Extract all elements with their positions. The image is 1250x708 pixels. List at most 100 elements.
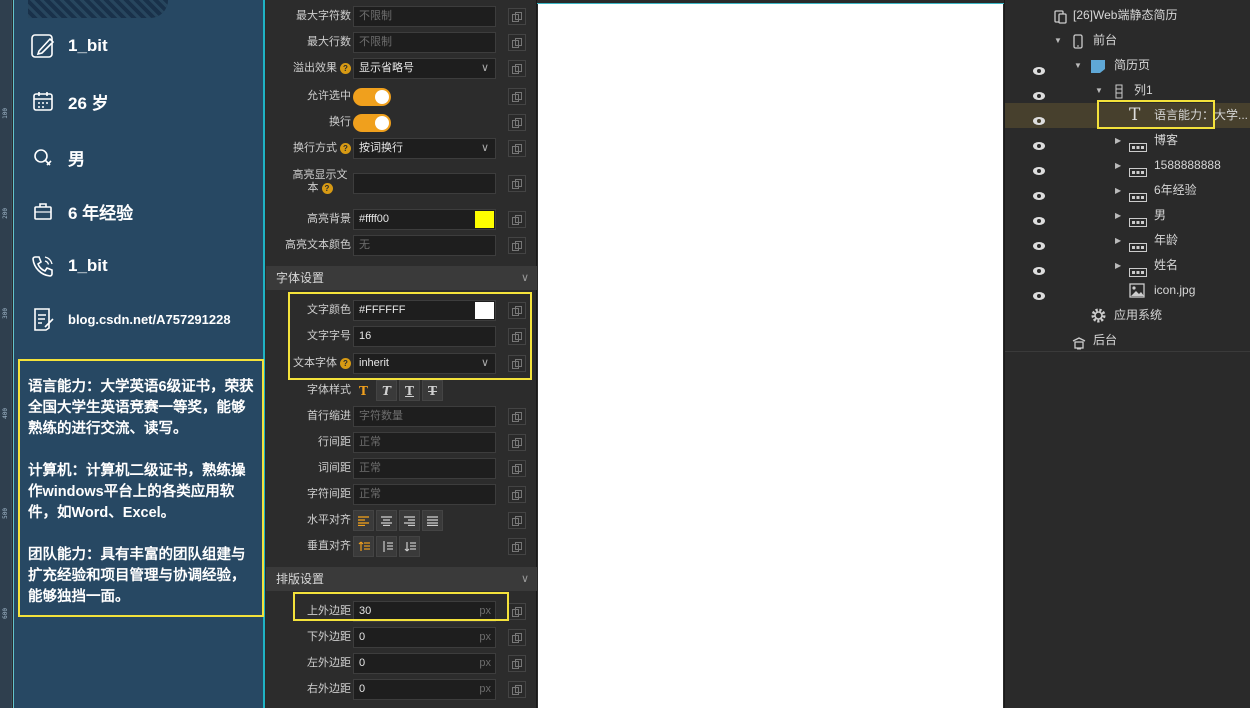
caret-right-icon[interactable]: ▶ xyxy=(1115,253,1121,278)
highlight-text-label-text: 高亮显示文本 xyxy=(292,169,348,194)
max-chars-input[interactable]: 不限制 xyxy=(353,6,496,27)
blog-row[interactable]: blog.csdn.net/A757291228 xyxy=(30,303,231,335)
link-icon[interactable] xyxy=(508,538,526,555)
link-icon[interactable] xyxy=(508,486,526,503)
design-canvas[interactable] xyxy=(537,0,1004,708)
caret-down-icon[interactable]: ▼ xyxy=(1054,28,1062,53)
link-icon[interactable] xyxy=(508,34,526,51)
link-icon[interactable] xyxy=(508,629,526,646)
link-icon[interactable] xyxy=(508,408,526,425)
highlight-bg-row: 高亮背景 #ffff00 xyxy=(266,206,537,232)
link-icon[interactable] xyxy=(508,140,526,157)
tree-item[interactable]: ▶ 年龄 xyxy=(1005,228,1250,253)
gender-row[interactable]: 男 xyxy=(30,141,85,173)
chevron-down-icon: ∨ xyxy=(520,272,529,284)
help-icon[interactable]: ? xyxy=(321,182,333,194)
line-height-input[interactable]: 正常 xyxy=(353,432,496,453)
letter-spacing-input[interactable]: 正常 xyxy=(353,484,496,505)
tree-page[interactable]: ▼ 简历页 xyxy=(1005,53,1250,78)
name-text: 1_bit xyxy=(68,36,108,55)
caret-right-icon[interactable]: ▶ xyxy=(1115,178,1121,203)
wrap-mode-label: 换行方式? xyxy=(293,135,351,161)
tree-frontend[interactable]: ▼ 前台 xyxy=(1005,28,1250,53)
name-row[interactable]: 1_bit xyxy=(30,30,108,62)
layout-settings-section[interactable]: 排版设置 ∨ xyxy=(266,567,537,591)
highlight-bg-input[interactable]: #ffff00 xyxy=(353,209,496,230)
tree-item[interactable]: ▶ 6年经验 xyxy=(1005,178,1250,203)
highlight-bg-value: #ffff00 xyxy=(359,213,389,225)
caret-right-icon[interactable]: ▶ xyxy=(1115,128,1121,153)
overflow-label: 溢出效果? xyxy=(293,55,351,81)
bold-icon[interactable]: T xyxy=(353,380,374,401)
allow-select-toggle[interactable] xyxy=(353,88,391,106)
link-icon[interactable] xyxy=(508,681,526,698)
strikethrough-icon[interactable]: T xyxy=(422,380,443,401)
highlight-color-label: 高亮文本颜色 xyxy=(285,239,351,251)
caret-down-icon[interactable]: ▼ xyxy=(1074,53,1082,78)
max-lines-input[interactable]: 不限制 xyxy=(353,32,496,53)
word-spacing-row: 词间距 正常 xyxy=(266,455,537,481)
age-row[interactable]: 26 岁 xyxy=(30,85,109,117)
link-icon[interactable] xyxy=(508,460,526,477)
tree-selected-text[interactable]: T 语言能力：大学... xyxy=(1005,100,1250,129)
overflow-select[interactable]: 显示省略号 ∨ xyxy=(353,58,496,79)
color-swatch[interactable] xyxy=(475,211,494,228)
align-center-icon[interactable] xyxy=(376,510,397,531)
help-icon[interactable]: ? xyxy=(340,142,351,154)
link-icon[interactable] xyxy=(508,8,526,25)
align-bottom-icon[interactable] xyxy=(399,536,420,557)
italic-icon[interactable]: T xyxy=(376,380,397,401)
link-icon[interactable] xyxy=(508,434,526,451)
align-left-icon[interactable] xyxy=(353,510,374,531)
help-icon[interactable]: ? xyxy=(340,62,351,74)
phone-icon xyxy=(30,253,56,279)
font-settings-section[interactable]: 字体设置 ∨ xyxy=(266,266,537,290)
tree-item[interactable]: ▶ 男 xyxy=(1005,203,1250,228)
experience-row[interactable]: 6 年经验 xyxy=(30,195,133,227)
highlight-color-input[interactable]: 无 xyxy=(353,235,496,256)
frontend-label: 前台 xyxy=(1093,33,1118,47)
margin-right-input[interactable]: 0 px xyxy=(353,679,496,700)
tree-item-label: 年龄 xyxy=(1154,233,1179,247)
link-icon[interactable] xyxy=(508,237,526,254)
blank-page[interactable] xyxy=(538,3,1003,708)
link-icon[interactable] xyxy=(508,114,526,131)
link-icon[interactable] xyxy=(508,60,526,77)
margin-bottom-row: 下外边距 0 px xyxy=(266,624,537,650)
link-icon[interactable] xyxy=(508,655,526,672)
word-spacing-input[interactable]: 正常 xyxy=(353,458,496,479)
align-middle-icon[interactable] xyxy=(376,536,397,557)
underline-icon[interactable]: T xyxy=(399,380,420,401)
tree-backend[interactable]: 后台 xyxy=(1005,328,1250,353)
wrap-mode-select[interactable]: 按词换行 ∨ xyxy=(353,138,496,159)
link-icon[interactable] xyxy=(508,211,526,228)
tree-item[interactable]: ▶ 姓名 xyxy=(1005,253,1250,278)
link-icon[interactable] xyxy=(508,88,526,105)
align-top-icon[interactable] xyxy=(353,536,374,557)
phone-row[interactable]: 1_bit xyxy=(30,250,108,282)
tree-item[interactable]: ▶ 1588888888 xyxy=(1005,153,1250,178)
wrap-toggle[interactable] xyxy=(353,114,391,132)
margin-bottom-input[interactable]: 0 px xyxy=(353,627,496,648)
highlight-text-input[interactable] xyxy=(353,173,496,194)
tree-item[interactable]: ▶ 博客 xyxy=(1005,128,1250,153)
resume-sidebar-preview[interactable]: 1_bit 26 岁 男 6 年经验 1_bit blog.csdn.net/A… xyxy=(13,0,265,708)
margin-left-input[interactable]: 0 px xyxy=(353,653,496,674)
link-icon[interactable] xyxy=(508,603,526,620)
tree-project[interactable]: [26]Web端静态简历 xyxy=(1005,3,1250,28)
align-right-icon[interactable] xyxy=(399,510,420,531)
avatar-image[interactable] xyxy=(28,0,168,18)
indent-row: 首行缩进 字符数量 xyxy=(266,403,537,429)
link-icon[interactable] xyxy=(508,512,526,529)
caret-right-icon[interactable]: ▶ xyxy=(1115,203,1121,228)
max-lines-row: 最大行数 不限制 xyxy=(266,29,537,55)
link-icon[interactable] xyxy=(508,175,526,192)
indent-input[interactable]: 字符数量 xyxy=(353,406,496,427)
tree-app-system[interactable]: 应用系统 xyxy=(1005,303,1250,328)
language-ability-text-block[interactable]: 语言能力：大学英语6级证书，荣获全国大学生英语竞赛一等奖，能够熟练的进行交流、读… xyxy=(18,359,264,617)
overflow-row: 溢出效果? 显示省略号 ∨ xyxy=(266,55,537,81)
tree-image-item[interactable]: icon.jpg xyxy=(1005,278,1250,303)
caret-right-icon[interactable]: ▶ xyxy=(1115,228,1121,253)
align-justify-icon[interactable] xyxy=(422,510,443,531)
caret-right-icon[interactable]: ▶ xyxy=(1115,153,1121,178)
